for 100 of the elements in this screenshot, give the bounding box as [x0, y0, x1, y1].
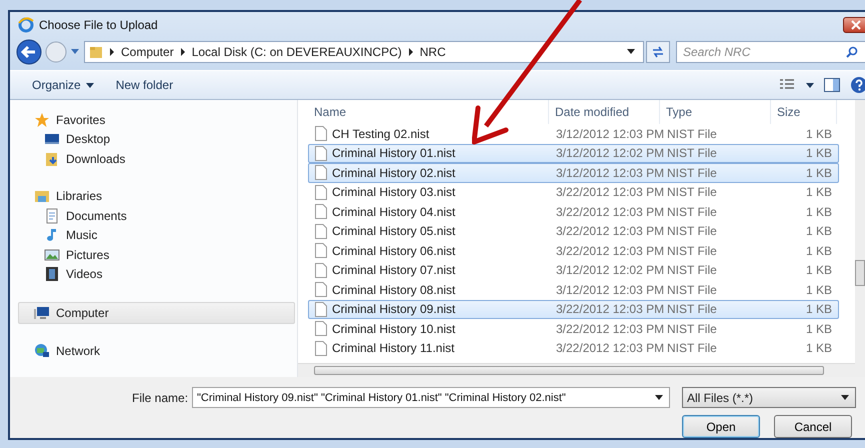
- document-icon: [44, 208, 60, 224]
- size-cell-text: 1 KB: [804, 146, 833, 160]
- date-cell-text: 3/22/2012 12:03 PM: [555, 204, 661, 219]
- sidebar-item[interactable]: Music: [10, 226, 295, 245]
- search-icon: [846, 46, 858, 58]
- file-row[interactable]: Criminal History 11.nist 3/22/2012 12:03 PM NIST File 1 KB: [308, 338, 839, 358]
- back-button[interactable]: [16, 39, 42, 65]
- window-title: Choose File to Upload: [39, 18, 158, 32]
- file-icon: [315, 204, 327, 220]
- type-cell-text: NIST File: [666, 282, 718, 297]
- sidebar-item[interactable]: Pictures: [10, 245, 295, 264]
- type-cell-text: NIST File: [666, 146, 718, 160]
- sidebar-item[interactable]: Favorites: [10, 110, 295, 130]
- date-cell-text: 3/12/2012 12:02 PM: [555, 146, 661, 160]
- column-header[interactable]: Date modified: [549, 100, 660, 124]
- address-bar[interactable]: Computer Local Disk (C: on DEVEREAUXINCPC) NRC: [84, 41, 644, 63]
- horizontal-scrollbar[interactable]: [298, 363, 855, 377]
- sidebar-item[interactable]: Computer: [18, 302, 295, 324]
- file-name-field[interactable]: "Criminal History 09.nist" "Criminal History 01.nist" "Criminal History 02.nist": [192, 387, 670, 408]
- open-button[interactable]: Open: [682, 415, 760, 438]
- file-name: Criminal History 10.nist: [332, 322, 456, 336]
- caret-icon[interactable]: [806, 82, 814, 88]
- breadcrumb[interactable]: Local Disk (C: on DEVEREAUXINCPC): [192, 45, 402, 59]
- search-field[interactable]: Search NRC: [676, 41, 865, 63]
- type-cell-text: NIST File: [666, 322, 718, 336]
- file-name: Criminal History 01.nist: [332, 146, 456, 160]
- globe-icon: [34, 343, 50, 360]
- picture-icon: [44, 246, 60, 263]
- size-cell-text: 1 KB: [804, 126, 833, 141]
- close-button[interactable]: [843, 17, 865, 33]
- dropdown-icon: [655, 395, 663, 400]
- type-cell-text: NIST File: [666, 166, 718, 180]
- organize-menu[interactable]: Organize: [26, 78, 100, 92]
- close-icon: [851, 20, 861, 30]
- date-cell-text: 3/12/2012 12:03 PM: [555, 166, 661, 180]
- dropdown-icon: [841, 395, 849, 400]
- size-cell-text: 1 KB: [804, 341, 833, 356]
- sidebar-item[interactable]: Downloads: [10, 149, 295, 168]
- globe-icon: [18, 17, 34, 33]
- folder-icon: [89, 45, 103, 59]
- file-row[interactable]: Criminal History 06.nist 3/22/2012 12:03 PM NIST File 1 KB: [308, 241, 839, 260]
- file-row[interactable]: Criminal History 08.nist 3/12/2012 12:03 PM NIST File 1 KB: [308, 280, 839, 300]
- type-cell-text: NIST File: [666, 341, 718, 356]
- new-folder-button[interactable]: New folder: [110, 78, 180, 92]
- file-name: Criminal History 03.nist: [332, 185, 456, 200]
- file-icon: [315, 243, 327, 258]
- date-cell-text: 3/12/2012 12:03 PM: [555, 282, 661, 297]
- size-cell-text: 1 KB: [804, 263, 833, 278]
- folder-icon: [34, 188, 50, 204]
- file-icon: [315, 262, 327, 278]
- file-name: Criminal History 09.nist: [332, 302, 456, 316]
- sidebar-item[interactable]: Documents: [10, 206, 295, 226]
- type-cell-text: NIST File: [666, 244, 718, 258]
- dropdown-icon[interactable]: [627, 49, 635, 55]
- help-icon[interactable]: [850, 76, 865, 94]
- date-cell-text: 3/12/2012 12:02 PM: [555, 263, 661, 278]
- sidebar-item[interactable]: Libraries: [10, 186, 295, 206]
- file-row[interactable]: Criminal History 05.nist 3/22/2012 12:03 PM NIST File 1 KB: [308, 222, 839, 241]
- file-icon: [315, 224, 327, 239]
- chevron-icon[interactable]: [408, 48, 414, 56]
- file-icon: [315, 146, 327, 161]
- file-row[interactable]: Criminal History 07.nist 3/12/2012 12:02 PM NIST File 1 KB: [308, 260, 839, 280]
- film-icon: [44, 266, 60, 282]
- file-row[interactable]: Criminal History 09.nist 3/22/2012 12:03 PM NIST File 1 KB: [308, 300, 839, 319]
- vertical-scrollbar[interactable]: [855, 100, 865, 377]
- file-icon: [315, 282, 327, 298]
- date-cell-text: 3/22/2012 12:03 PM: [555, 185, 661, 200]
- date-cell-text: 3/22/2012 12:03 PM: [555, 224, 661, 238]
- size-cell-text: 1 KB: [804, 166, 833, 180]
- chevron-icon[interactable]: [180, 48, 186, 56]
- file-name: Criminal History 02.nist: [332, 166, 456, 180]
- file-icon: [315, 184, 327, 200]
- sidebar-item[interactable]: Network: [10, 342, 295, 361]
- refresh-button[interactable]: [646, 41, 670, 63]
- cancel-button[interactable]: Cancel: [774, 415, 852, 438]
- view-list-icon[interactable]: [780, 79, 796, 91]
- size-cell-text: 1 KB: [804, 204, 833, 219]
- file-row[interactable]: Criminal History 04.nist 3/22/2012 12:03 PM NIST File 1 KB: [308, 202, 839, 222]
- chevron-icon[interactable]: [109, 48, 115, 56]
- column-header[interactable]: Type: [660, 100, 771, 124]
- sidebar-item[interactable]: Videos: [10, 264, 295, 284]
- breadcrumb[interactable]: Computer: [121, 45, 174, 59]
- file-name-label: File name:: [132, 390, 190, 404]
- file-row[interactable]: Criminal History 10.nist 3/22/2012 12:03 PM NIST File 1 KB: [308, 319, 839, 338]
- preview-pane-icon[interactable]: [824, 78, 840, 92]
- breadcrumb[interactable]: NRC: [420, 45, 446, 59]
- file-row[interactable]: Criminal History 01.nist 3/12/2012 12:02 PM NIST File 1 KB: [308, 144, 839, 163]
- date-cell-text: 3/12/2012 12:03 PM: [555, 126, 661, 141]
- file-icon: [315, 302, 327, 317]
- file-row[interactable]: Criminal History 03.nist 3/22/2012 12:03 PM NIST File 1 KB: [308, 182, 839, 202]
- column-header[interactable]: Name: [308, 100, 549, 124]
- file-row[interactable]: CH Testing 02.nist 3/12/2012 12:03 PM NIST File 1 KB: [308, 124, 839, 144]
- caret-icon: [86, 82, 94, 88]
- size-cell-text: 1 KB: [804, 244, 833, 258]
- column-header[interactable]: Size: [771, 100, 837, 124]
- sidebar-item[interactable]: Desktop: [10, 130, 295, 149]
- file-row[interactable]: Criminal History 02.nist 3/12/2012 12:03 PM NIST File 1 KB: [308, 163, 839, 182]
- file-name: Criminal History 06.nist: [332, 244, 456, 258]
- size-cell-text: 1 KB: [804, 282, 833, 297]
- file-type-dropdown[interactable]: All Files (*.*): [682, 387, 856, 408]
